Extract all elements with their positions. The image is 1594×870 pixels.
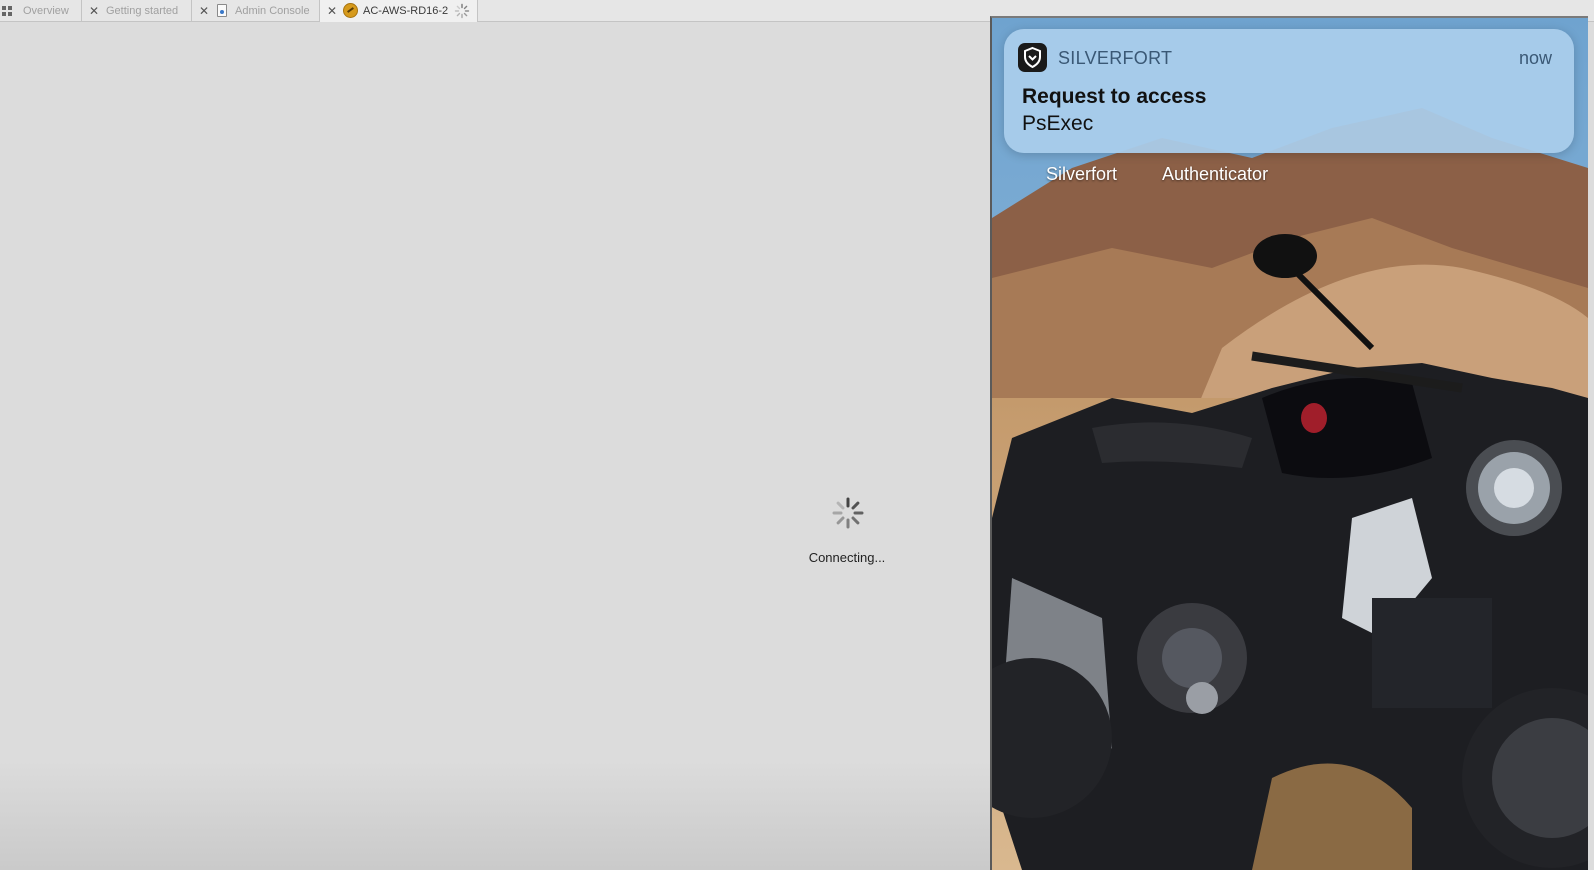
tab-label: Admin Console: [235, 5, 310, 17]
notification-body: PsExec: [1022, 112, 1094, 135]
loading-spinner-icon: [832, 497, 864, 529]
bottom-shadow: [0, 760, 990, 870]
notification-time: now: [1518, 48, 1552, 68]
connecting-status: Connecting...: [808, 550, 886, 565]
document-icon: [217, 4, 227, 17]
tab-getting-started[interactable]: ✕ Getting started: [82, 0, 192, 22]
phone-screen: Silverfort Authenticator SILVERFORT now …: [990, 16, 1588, 870]
tab-admin-console[interactable]: ✕ Admin Console: [192, 0, 320, 22]
silverfort-shield-icon: [1018, 43, 1047, 72]
tab-label: AC-AWS-RD16-2: [363, 5, 449, 17]
tab-label: Overview: [23, 5, 69, 17]
push-notification[interactable]: SILVERFORT now Request to access PsExec: [1004, 29, 1574, 153]
close-icon[interactable]: ✕: [327, 0, 337, 22]
close-icon[interactable]: ✕: [199, 0, 209, 22]
notification-title: Request to access: [1022, 85, 1207, 108]
notification-app-name: SILVERFORT: [1058, 48, 1173, 68]
app-label-silverfort[interactable]: Silverfort: [1046, 164, 1117, 185]
grid-icon: [2, 6, 12, 16]
close-icon[interactable]: ✕: [89, 0, 99, 22]
remote-desktop-icon: [343, 3, 358, 18]
loading-spinner-icon: [454, 3, 470, 19]
tab-label: Getting started: [106, 5, 179, 17]
app-label-authenticator[interactable]: Authenticator: [1162, 164, 1268, 185]
tab-overview[interactable]: Overview: [0, 0, 82, 22]
tab-ac-aws-rd16-2[interactable]: ✕ AC-AWS-RD16-2: [320, 0, 478, 22]
